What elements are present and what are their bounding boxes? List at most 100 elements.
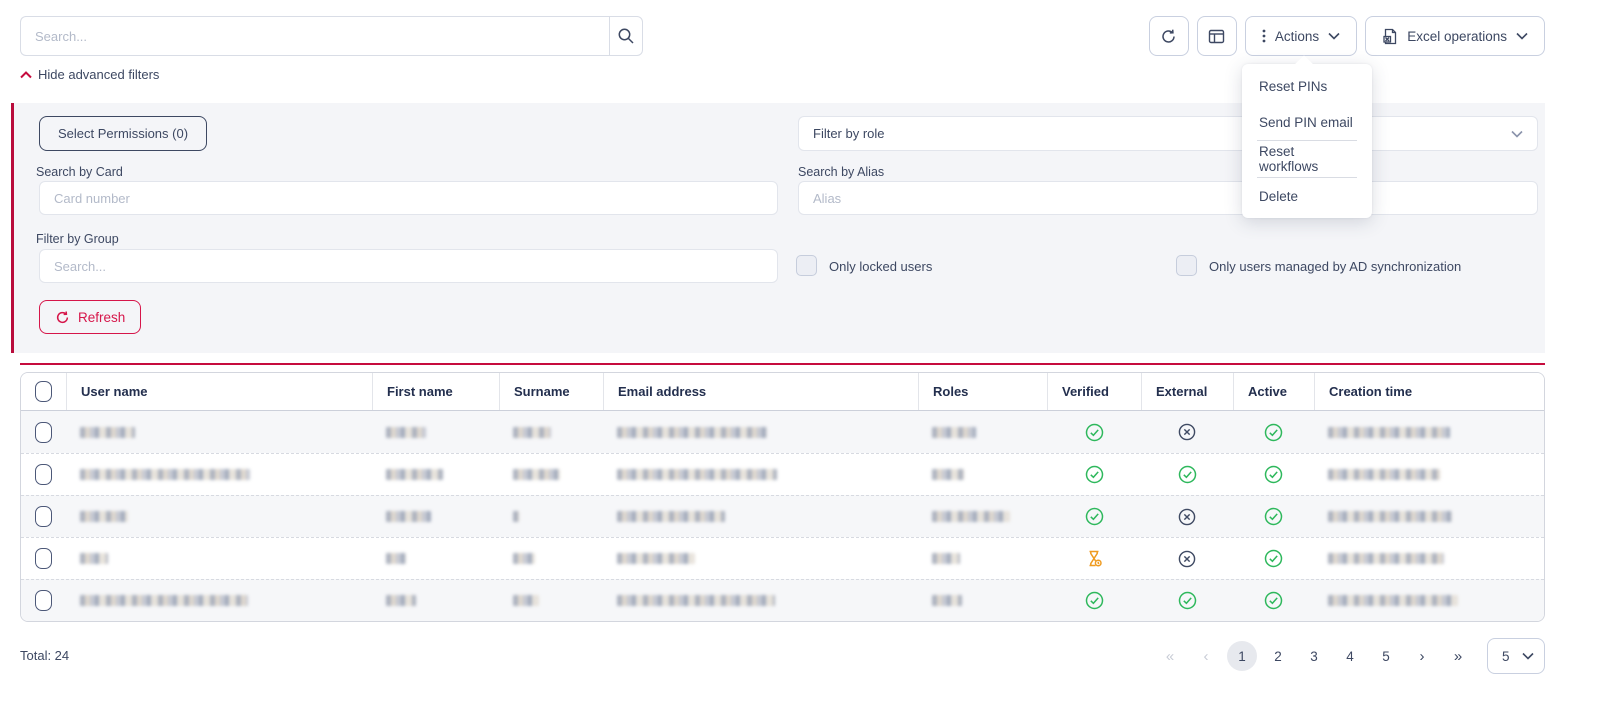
redacted-username <box>80 469 250 480</box>
redacted-surname <box>513 553 535 564</box>
page-button-5[interactable]: 5 <box>1371 641 1401 671</box>
filters-divider-line <box>20 363 1545 365</box>
next-page-button[interactable]: › <box>1407 641 1437 671</box>
refresh-icon <box>1160 28 1177 45</box>
x-circle-icon <box>1178 508 1196 526</box>
column-header-creation-time[interactable]: Creation time <box>1314 373 1544 410</box>
check-circle-icon <box>1085 423 1104 442</box>
menu-item-reset-workflows[interactable]: Reset workflows <box>1242 141 1372 177</box>
table-body <box>21 411 1544 621</box>
check-circle-icon <box>1264 507 1283 526</box>
table-columns-icon <box>1208 28 1225 45</box>
redacted-username <box>80 553 108 564</box>
row-checkbox[interactable] <box>35 422 52 443</box>
redacted-creation-time <box>1328 553 1444 564</box>
redacted-username <box>80 511 128 522</box>
only-ad-sync-checkbox[interactable] <box>1176 255 1197 276</box>
global-search <box>20 16 643 56</box>
redacted-username <box>80 595 248 606</box>
excel-file-icon <box>1382 28 1398 45</box>
page-button-4[interactable]: 4 <box>1335 641 1365 671</box>
alias-input[interactable] <box>798 181 1538 215</box>
page-button-2[interactable]: 2 <box>1263 641 1293 671</box>
column-header-email[interactable]: Email address <box>603 373 918 410</box>
page-button-3[interactable]: 3 <box>1299 641 1329 671</box>
table-row <box>21 495 1544 537</box>
redacted-firstname <box>386 427 426 438</box>
redacted-email <box>617 427 767 438</box>
redacted-roles <box>932 427 976 438</box>
search-by-alias-label: Search by Alias <box>798 165 884 179</box>
actions-button-label: Actions <box>1275 29 1319 44</box>
column-header-external[interactable]: External <box>1141 373 1233 410</box>
row-checkbox[interactable] <box>35 506 52 527</box>
search-button[interactable] <box>609 16 643 56</box>
check-circle-icon <box>1264 465 1283 484</box>
excel-operations-button[interactable]: Excel operations <box>1365 16 1545 56</box>
refresh-filters-button[interactable]: Refresh <box>39 300 141 334</box>
group-search-input[interactable] <box>39 249 778 283</box>
menu-item-reset-pins[interactable]: Reset PINs <box>1242 68 1372 104</box>
redacted-email <box>617 511 725 522</box>
table-row <box>21 537 1544 579</box>
select-all-checkbox[interactable] <box>35 381 52 402</box>
redacted-roles <box>932 553 960 564</box>
page-size-select[interactable]: 5 <box>1487 638 1545 674</box>
column-settings-button[interactable] <box>1197 16 1237 56</box>
redacted-creation-time <box>1328 595 1458 606</box>
check-circle-icon <box>1178 465 1197 484</box>
table-row <box>21 453 1544 495</box>
column-header-surname[interactable]: Surname <box>499 373 603 410</box>
menu-item-send-pin-email[interactable]: Send PIN email <box>1242 104 1372 140</box>
redacted-email <box>617 595 775 606</box>
redacted-creation-time <box>1328 427 1450 438</box>
hide-filters-label: Hide advanced filters <box>38 67 159 82</box>
total-count: Total: 24 <box>20 648 69 663</box>
column-header-username[interactable]: User name <box>66 373 372 410</box>
redacted-firstname <box>386 595 416 606</box>
redacted-roles <box>932 469 964 480</box>
column-header-verified[interactable]: Verified <box>1047 373 1141 410</box>
filter-by-group-label: Filter by Group <box>36 232 119 246</box>
users-table: User name First name Surname Email addre… <box>20 372 1545 622</box>
prev-page-button[interactable]: ‹ <box>1191 641 1221 671</box>
search-by-card-label: Search by Card <box>36 165 123 179</box>
last-page-button[interactable]: » <box>1443 641 1473 671</box>
chevron-down-icon <box>1511 130 1523 138</box>
excel-button-label: Excel operations <box>1407 29 1507 44</box>
chevron-down-icon <box>1516 32 1528 40</box>
x-circle-icon <box>1178 550 1196 568</box>
refresh-table-button[interactable] <box>1149 16 1189 56</box>
row-checkbox[interactable] <box>35 590 52 611</box>
search-input[interactable] <box>20 16 609 56</box>
only-locked-users-checkbox[interactable] <box>796 255 817 276</box>
actions-button[interactable]: Actions <box>1245 16 1357 56</box>
check-circle-icon <box>1085 591 1104 610</box>
filter-by-role-select[interactable]: Filter by role <box>798 116 1538 151</box>
redacted-email <box>617 469 777 480</box>
search-icon <box>617 27 635 45</box>
card-number-input[interactable] <box>39 181 778 215</box>
first-page-button[interactable]: « <box>1155 641 1185 671</box>
column-header-active[interactable]: Active <box>1233 373 1314 410</box>
row-checkbox[interactable] <box>35 464 52 485</box>
check-circle-icon <box>1264 549 1283 568</box>
x-circle-icon <box>1178 423 1196 441</box>
table-row <box>21 579 1544 621</box>
chevron-up-icon <box>20 71 32 79</box>
check-circle-icon <box>1085 465 1104 484</box>
redacted-firstname <box>386 553 406 564</box>
refresh-button-label: Refresh <box>78 310 125 325</box>
column-header-firstname[interactable]: First name <box>372 373 499 410</box>
select-permissions-button[interactable]: Select Permissions (0) <box>39 116 207 151</box>
menu-item-delete[interactable]: Delete <box>1242 178 1372 214</box>
chevron-down-icon <box>1522 652 1534 660</box>
redacted-roles <box>932 595 962 606</box>
redacted-creation-time <box>1328 469 1440 480</box>
check-circle-icon <box>1264 423 1283 442</box>
page-button-1[interactable]: 1 <box>1227 641 1257 671</box>
hide-advanced-filters-toggle[interactable]: Hide advanced filters <box>20 67 159 82</box>
row-checkbox[interactable] <box>35 548 52 569</box>
redacted-email <box>617 553 695 564</box>
column-header-roles[interactable]: Roles <box>918 373 1047 410</box>
